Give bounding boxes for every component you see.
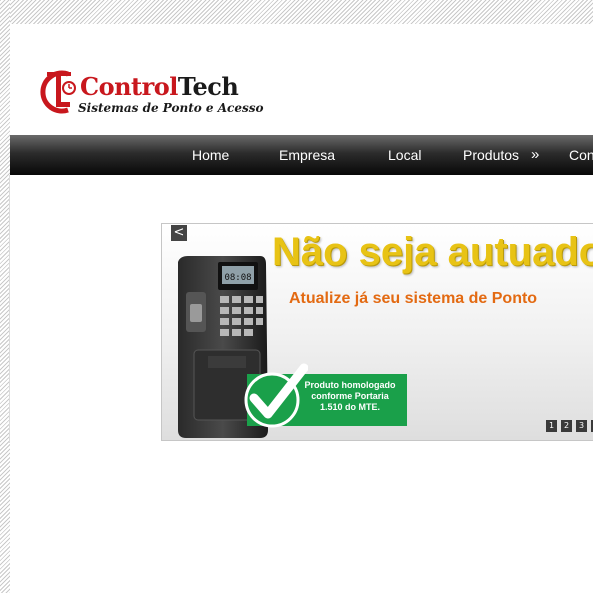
badge-line: 1.510 do MTE.	[319, 402, 381, 412]
page-button-2[interactable]: 2	[561, 420, 572, 432]
header-tab	[10, 24, 255, 64]
main-nav: Home Empresa Local Produtos » Con	[10, 135, 593, 175]
brand-name: ControlTech	[80, 72, 239, 101]
page-button-1[interactable]: 1	[546, 420, 557, 432]
chevron-right-icon: »	[531, 146, 540, 163]
divider	[9, 175, 10, 443]
slider-prev-button[interactable]: <	[171, 225, 187, 241]
nav-item-empresa[interactable]: Empresa	[279, 135, 335, 175]
brand-name-first: Control	[80, 72, 178, 101]
checkmark-icon	[244, 363, 308, 428]
badge-line: conforme Portaria	[311, 391, 389, 401]
banner-slider[interactable]: 08:08 < Não seja autuado Atualize já seu…	[161, 223, 593, 441]
clock-icon	[40, 70, 76, 114]
brand-name-second: Tech	[177, 72, 239, 101]
brand-tagline: Sistemas de Ponto e Acesso	[78, 101, 264, 115]
site-logo[interactable]: ControlTech Sistemas de Ponto e Acesso	[38, 66, 268, 122]
nav-item-produtos[interactable]: Produtos	[463, 135, 519, 175]
nav-item-home[interactable]: Home	[192, 135, 229, 175]
banner-headline: Não seja autuado	[272, 230, 593, 274]
nav-item-contato[interactable]: Con	[569, 135, 593, 175]
nav-item-local[interactable]: Local	[388, 135, 421, 175]
device-screen-text: 08:08	[224, 273, 251, 283]
banner-subheadline: Atualize já seu sistema de Ponto	[289, 290, 538, 307]
badge-line: Produto homologado	[304, 380, 396, 390]
page-button-3[interactable]: 3	[576, 420, 587, 432]
